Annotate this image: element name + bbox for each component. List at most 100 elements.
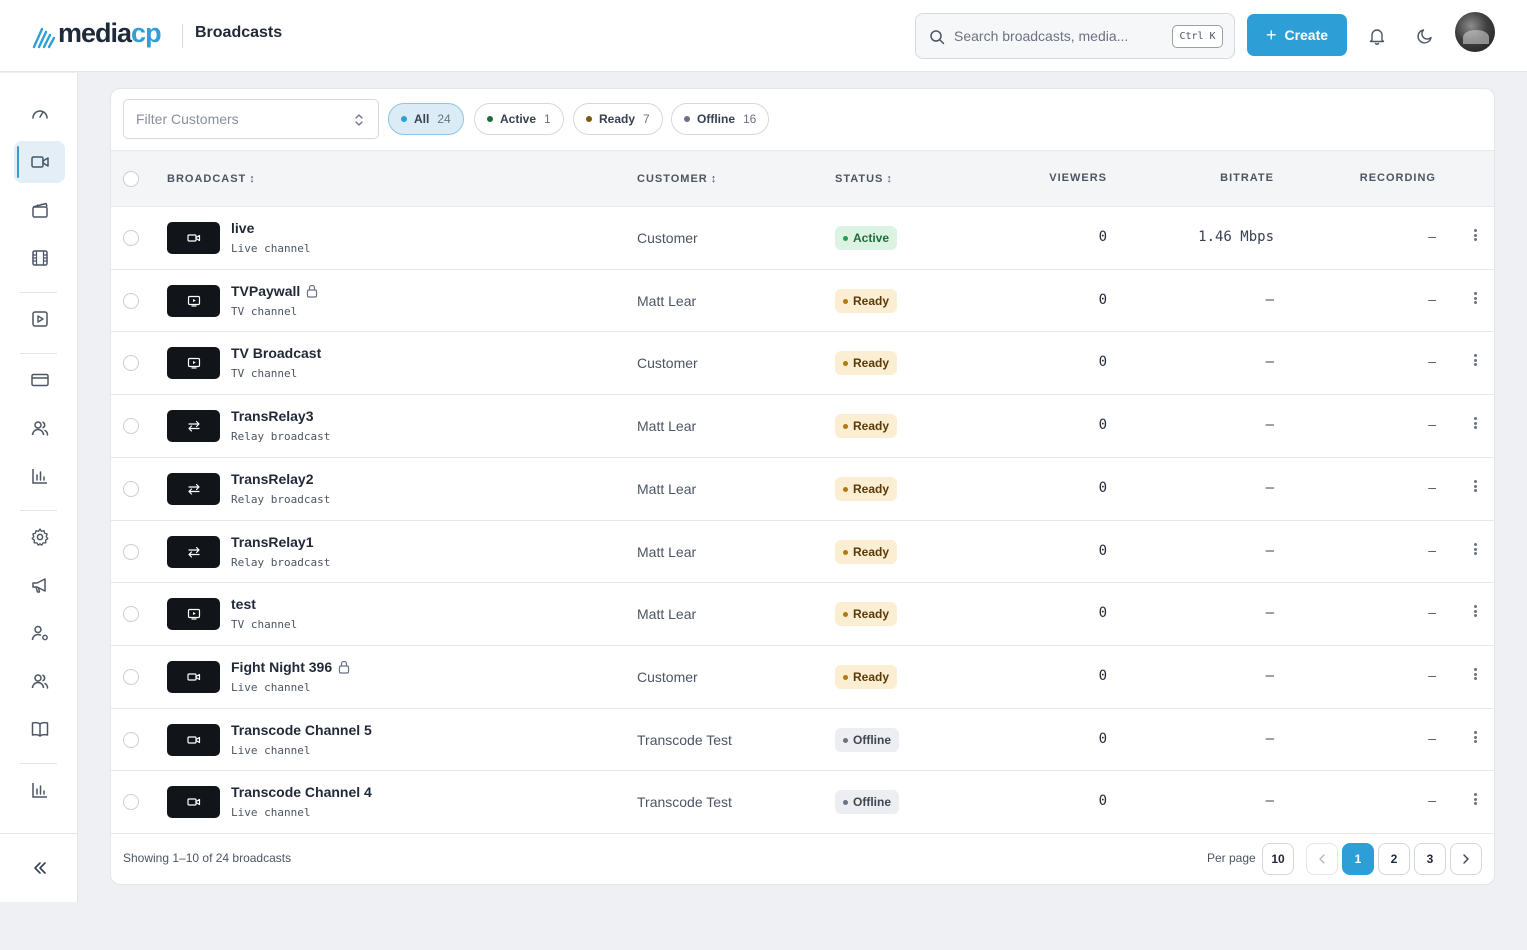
- pill-count: 1: [544, 112, 551, 126]
- broadcast-name[interactable]: TransRelay2: [231, 471, 314, 487]
- next-page-button[interactable]: [1450, 843, 1482, 875]
- page-button-3[interactable]: 3: [1414, 843, 1446, 875]
- status-dot: [843, 423, 848, 429]
- pill-label: Ready: [599, 112, 636, 126]
- row-checkbox[interactable]: [123, 230, 139, 246]
- table-row[interactable]: TransRelay3 Relay broadcast Matt Lear Ready…: [111, 395, 1494, 458]
- sidebar-item-settings[interactable]: [14, 516, 65, 558]
- sidebar-item-analytics[interactable]: [14, 455, 65, 497]
- broadcast-thumbnail: [167, 473, 220, 505]
- row-checkbox[interactable]: [123, 732, 139, 748]
- row-actions-menu-icon[interactable]: [1470, 352, 1480, 368]
- row-actions-menu-icon[interactable]: [1470, 666, 1480, 682]
- create-button[interactable]: + Create: [1247, 14, 1347, 56]
- sidebar-item-media[interactable]: [14, 189, 65, 231]
- row-checkbox[interactable]: [123, 794, 139, 810]
- table-row[interactable]: TVPaywall TV channel Matt Lear Ready 0 – –: [111, 270, 1494, 332]
- row-checkbox[interactable]: [123, 544, 139, 560]
- row-actions-menu-icon[interactable]: [1470, 290, 1480, 306]
- table-row[interactable]: test TV channel Matt Lear Ready 0 – –: [111, 583, 1494, 646]
- top-bar: mediacp Broadcasts Ctrl K + Create: [0, 0, 1527, 72]
- chevron-right-icon: [1463, 854, 1469, 864]
- film-icon: [31, 250, 48, 266]
- sort-icon: ↕: [886, 173, 892, 185]
- status-badge: Ready: [835, 602, 898, 626]
- row-actions-menu-icon[interactable]: [1470, 603, 1480, 619]
- sidebar-item-user-settings[interactable]: [14, 612, 65, 654]
- column-broadcast[interactable]: Broadcast ↕: [167, 173, 255, 185]
- table-row[interactable]: Transcode Channel 4 Live channel Transcode…: [111, 771, 1494, 834]
- sidebar-item-announcements[interactable]: [14, 564, 65, 606]
- row-checkbox[interactable]: [123, 606, 139, 622]
- broadcast-thumbnail: [167, 222, 220, 254]
- row-actions-menu-icon[interactable]: [1470, 729, 1480, 745]
- broadcast-thumbnail: [167, 410, 220, 442]
- row-actions-menu-icon[interactable]: [1470, 791, 1480, 807]
- gauge-icon: [31, 110, 48, 119]
- row-actions-menu-icon[interactable]: [1470, 541, 1480, 557]
- row-actions-menu-icon[interactable]: [1470, 227, 1480, 243]
- status-badge: Active: [835, 226, 898, 250]
- sidebar-item-broadcasts[interactable]: [14, 141, 65, 183]
- broadcast-name[interactable]: TransRelay3: [231, 408, 314, 424]
- filter-pill-active[interactable]: Active 1: [474, 103, 564, 135]
- per-page-select[interactable]: 10: [1262, 843, 1294, 875]
- filter-pill-all[interactable]: All 24: [388, 103, 464, 135]
- broadcast-name[interactable]: TVPaywall: [231, 283, 318, 299]
- sidebar-item-reports[interactable]: [14, 769, 65, 811]
- search-input[interactable]: [954, 24, 1164, 48]
- table-row[interactable]: TransRelay1 Relay broadcast Matt Lear Ready…: [111, 521, 1494, 583]
- page-button-2[interactable]: 2: [1378, 843, 1410, 875]
- status-badge: Ready: [835, 540, 898, 564]
- select-all-checkbox[interactable]: [123, 171, 139, 187]
- filter-pill-offline[interactable]: Offline 16: [671, 103, 770, 135]
- table-row[interactable]: live Live channel Customer Active 0 1.46 Mbps…: [111, 207, 1494, 270]
- sidebar-item-videos[interactable]: [14, 237, 65, 279]
- broadcast-name[interactable]: Transcode Channel 4: [231, 784, 372, 800]
- avatar[interactable]: [1455, 12, 1495, 52]
- sidebar-divider: [20, 510, 57, 511]
- row-actions-menu-icon[interactable]: [1470, 478, 1480, 494]
- broadcast-name[interactable]: TransRelay1: [231, 534, 314, 550]
- table-row[interactable]: Fight Night 396 Live channel Customer Ready…: [111, 646, 1494, 709]
- status-dot: [401, 116, 407, 122]
- row-checkbox[interactable]: [123, 481, 139, 497]
- column-customer[interactable]: Customer ↕: [637, 173, 716, 185]
- status-dot: [843, 611, 848, 617]
- row-checkbox[interactable]: [123, 293, 139, 309]
- broadcast-name[interactable]: test: [231, 596, 256, 612]
- bitrate-value: –: [1265, 480, 1274, 496]
- row-checkbox[interactable]: [123, 355, 139, 371]
- viewers-count: 0: [1098, 229, 1107, 245]
- sidebar-item-customers[interactable]: [14, 407, 65, 449]
- broadcast-name[interactable]: Transcode Channel 5: [231, 722, 372, 738]
- notifications-button[interactable]: [1363, 22, 1391, 50]
- search-box[interactable]: Ctrl K: [915, 13, 1235, 59]
- sidebar-item-billing[interactable]: [14, 359, 65, 401]
- broadcast-name[interactable]: Fight Night 396: [231, 659, 350, 675]
- table-row[interactable]: TV Broadcast TV channel Customer Ready 0 – –: [111, 332, 1494, 395]
- theme-toggle-button[interactable]: [1411, 22, 1439, 50]
- row-checkbox[interactable]: [123, 418, 139, 434]
- filter-customers-input[interactable]: [136, 109, 336, 129]
- sidebar-collapse-button[interactable]: [14, 847, 65, 889]
- sidebar-item-docs[interactable]: [14, 708, 65, 750]
- filter-customers-select[interactable]: [123, 99, 379, 139]
- row-checkbox[interactable]: [123, 669, 139, 685]
- chevron-left-icon: [1319, 854, 1325, 864]
- prev-page-button[interactable]: [1306, 843, 1338, 875]
- sidebar-item-dashboard[interactable]: [14, 93, 65, 135]
- sidebar-item-players[interactable]: [14, 298, 65, 340]
- page-button-1[interactable]: 1: [1342, 843, 1374, 875]
- sidebar-item-team[interactable]: [14, 660, 65, 702]
- users-icon: [31, 674, 48, 689]
- column-status[interactable]: Status ↕: [835, 173, 892, 185]
- filter-pill-ready[interactable]: Ready 7: [573, 103, 663, 135]
- table-row[interactable]: Transcode Channel 5 Live channel Transcode…: [111, 709, 1494, 771]
- customer-name: Matt Lear: [637, 418, 697, 434]
- broadcast-name[interactable]: live: [231, 220, 254, 236]
- row-actions-menu-icon[interactable]: [1470, 415, 1480, 431]
- broadcast-name[interactable]: TV Broadcast: [231, 345, 321, 361]
- table-row[interactable]: TransRelay2 Relay broadcast Matt Lear Ready…: [111, 458, 1494, 521]
- logo[interactable]: mediacp: [32, 18, 162, 49]
